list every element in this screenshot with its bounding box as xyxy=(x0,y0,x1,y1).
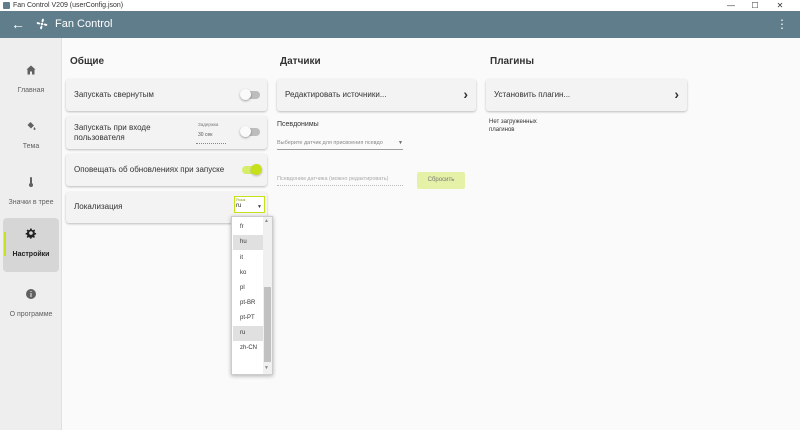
edit-sources-button[interactable]: Редактировать источники... › xyxy=(277,79,476,111)
alias-input[interactable]: Псевдоним датчика (можно редактировать) xyxy=(277,174,403,186)
window-title: Fan Control V209 (userConfig.json) xyxy=(13,2,124,9)
sidebar-item-label: Настройки xyxy=(12,251,50,258)
sensor-select[interactable]: Выберите датчик для присвоения псевдо ▼ xyxy=(277,138,403,150)
maximize-button[interactable]: ☐ xyxy=(745,0,765,11)
thermometer-icon xyxy=(29,177,33,187)
notify-updates-card[interactable]: Оповещать об обновлениях при запуске xyxy=(66,154,267,186)
edit-sources-label: Редактировать источники... xyxy=(285,90,387,99)
locale-option-it[interactable]: it xyxy=(233,251,264,266)
dropdown-arrow-icon: ▼ xyxy=(257,204,262,210)
window-titlebar: Fan Control V209 (userConfig.json) — ☐ ✕ xyxy=(0,0,800,11)
reset-button[interactable]: Сбросить xyxy=(417,172,465,189)
scrollbar-thumb[interactable] xyxy=(264,287,271,362)
chevron-right-icon: › xyxy=(674,86,679,102)
scroll-up-arrow-icon[interactable]: ▲ xyxy=(264,218,269,224)
locale-value: ru xyxy=(236,203,242,209)
close-button[interactable]: ✕ xyxy=(770,0,790,11)
start-with-login-label: Запускать при входе пользователя xyxy=(74,123,151,142)
scroll-down-arrow-icon[interactable]: ▼ xyxy=(264,365,269,371)
info-icon xyxy=(26,289,36,299)
delay-caption: Задержка xyxy=(198,122,219,127)
sidebar-item-label: О программе xyxy=(9,311,53,318)
start-minimized-toggle[interactable] xyxy=(240,89,260,100)
sensor-select-placeholder: Выберите датчик для присвоения псевдо xyxy=(277,140,383,146)
chevron-right-icon: › xyxy=(463,86,468,102)
app-bar: ← Fan Control ⋮ xyxy=(0,11,800,38)
start-with-login-card[interactable]: Запускать при входе пользователя Задержк… xyxy=(66,116,267,149)
start-minimized-card[interactable]: Запускать свернутым xyxy=(66,79,267,111)
dropdown-arrow-icon: ▼ xyxy=(398,140,403,146)
sidebar-item-about[interactable]: О программе xyxy=(3,278,59,334)
locale-option-ko[interactable]: ko xyxy=(233,266,264,281)
locale-option-pt-br[interactable]: pt-BR xyxy=(233,296,264,311)
plugins-section-title: Плагины xyxy=(490,56,534,67)
general-section-title: Общие xyxy=(70,56,105,67)
locale-option-pl[interactable]: pl xyxy=(233,281,264,296)
minimize-button[interactable]: — xyxy=(721,0,741,11)
locale-option-ru[interactable]: ru xyxy=(233,326,264,341)
localization-label: Локализация xyxy=(74,202,123,211)
locale-caption: Язык xyxy=(236,197,246,202)
sidebar: Главная Тема Значки в трее Настройки О п… xyxy=(0,38,62,430)
locale-dropdown-list: fr hu it ko pl pt-BR pt-PT ru zh-CN ▲ ▼ xyxy=(231,216,273,375)
toggle-knob xyxy=(251,164,262,175)
aliases-label: Псевдонимы xyxy=(277,121,319,128)
notify-updates-label: Оповещать об обновлениях при запуске xyxy=(74,165,225,174)
back-arrow-icon[interactable]: ← xyxy=(11,16,25,32)
install-plugin-button[interactable]: Установить плагин... › xyxy=(486,79,687,111)
dropdown-scrollbar[interactable]: ▲ ▼ xyxy=(263,217,272,374)
locale-select[interactable]: Язык ru ▼ xyxy=(234,196,265,213)
locale-option-zh-cn[interactable]: zh-CN xyxy=(233,341,264,356)
app-title: Fan Control xyxy=(55,18,113,30)
sidebar-item-label: Значки в трее xyxy=(8,199,54,206)
alias-input-placeholder: Псевдоним датчика (можно редактировать) xyxy=(277,176,389,182)
locale-option-fr[interactable]: fr xyxy=(233,220,264,235)
fan-icon xyxy=(36,18,48,30)
sidebar-item-settings[interactable]: Настройки xyxy=(3,218,59,272)
sidebar-item-home[interactable]: Главная xyxy=(3,54,59,110)
start-with-login-toggle[interactable] xyxy=(240,126,260,137)
notify-updates-toggle[interactable] xyxy=(242,164,262,175)
home-icon xyxy=(26,65,36,75)
start-minimized-label: Запускать свернутым xyxy=(74,90,154,99)
delay-field[interactable]: Задержка 30 сек xyxy=(196,122,226,144)
delay-value: 30 сек xyxy=(198,132,213,138)
sidebar-item-theme[interactable]: Тема xyxy=(3,110,59,166)
app-icon xyxy=(3,2,10,9)
locale-option-pt-pt[interactable]: pt-PT xyxy=(233,311,264,326)
more-options-icon[interactable]: ⋮ xyxy=(776,16,788,32)
sidebar-item-label: Главная xyxy=(17,87,45,94)
toggle-knob xyxy=(240,89,251,100)
gear-icon xyxy=(25,228,37,239)
install-plugin-label: Установить плагин... xyxy=(494,90,571,99)
sidebar-item-tray-icons[interactable]: Значки в трее xyxy=(3,166,59,222)
toggle-knob xyxy=(240,126,251,137)
sensors-section-title: Датчики xyxy=(280,56,321,67)
sidebar-item-label: Тема xyxy=(22,143,40,150)
no-plugins-text: Нет загруженных плагинов xyxy=(489,119,537,133)
active-indicator xyxy=(4,232,6,256)
paint-bucket-icon xyxy=(27,122,36,130)
locale-option-hu[interactable]: hu xyxy=(233,235,264,250)
